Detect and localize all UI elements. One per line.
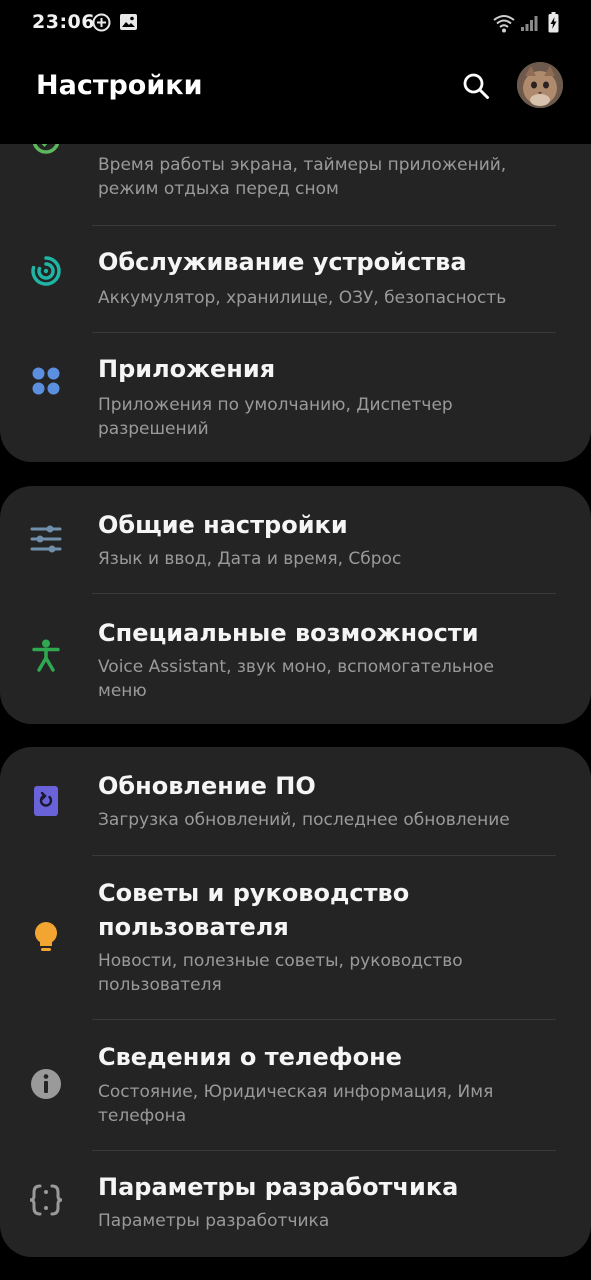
apps-icon — [32, 367, 60, 395]
profile-avatar[interactable] — [517, 62, 563, 108]
wifi-icon — [493, 15, 515, 33]
settings-item-subtitle: Время работы экрана, таймеры приложений,… — [98, 155, 507, 199]
settings-item-subtitle: Приложения по умолчанию, Диспетчер разре… — [98, 395, 453, 439]
app-header: Настройки — [0, 46, 591, 136]
settings-card-1: Время работы экрана, таймеры приложений,… — [0, 136, 591, 462]
status-bar: 23:06 — [0, 0, 591, 46]
add-notification-icon — [92, 13, 111, 32]
settings-item-subtitle: Состояние, Юридическая информация, Имя т… — [98, 1082, 494, 1126]
settings-item-title: Приложения — [98, 355, 276, 383]
settings-item-subtitle: Язык и ввод, Дата и время, Сброс — [98, 549, 402, 569]
settings-item-developer-options[interactable]: Параметры разработчика Параметры разрабо… — [0, 1151, 591, 1257]
status-time: 23:06 — [32, 11, 95, 33]
settings-item-subtitle: Параметры разработчика — [98, 1211, 330, 1231]
settings-item-title: Советы и руководство пользователя — [98, 879, 410, 941]
info-icon — [31, 1069, 61, 1099]
settings-item-title: Параметры разработчика — [98, 1173, 459, 1201]
tips-lightbulb-icon — [35, 922, 57, 951]
accessibility-icon — [32, 639, 60, 672]
settings-card-3: Обновление ПО Загрузка обновлений, после… — [0, 747, 591, 1257]
settings-item-subtitle: Аккумулятор, хранилище, ОЗУ, безопасност… — [98, 288, 507, 308]
developer-braces-icon — [29, 1184, 63, 1216]
settings-item-title: Обновление ПО — [98, 772, 316, 800]
page-title: Настройки — [36, 70, 203, 101]
settings-list[interactable]: Время работы экрана, таймеры приложений,… — [0, 136, 591, 1280]
cat-avatar-icon — [517, 62, 563, 108]
settings-item-subtitle: Новости, полезные советы, руководство по… — [98, 951, 463, 995]
settings-item-device-care[interactable]: Обслуживание устройства Аккумулятор, хра… — [0, 226, 591, 332]
battery-charging-icon — [548, 12, 559, 33]
scroll-edge — [0, 136, 591, 144]
signal-icon — [521, 16, 538, 31]
search-icon[interactable] — [462, 72, 490, 100]
settings-item-apps[interactable]: Приложения Приложения по умолчанию, Дисп… — [0, 333, 591, 462]
settings-item-title: Общие настройки — [98, 511, 348, 539]
settings-item-tips[interactable]: Советы и руководство пользователя Новост… — [0, 856, 591, 1019]
settings-item-accessibility[interactable]: Специальные возможности Voice Assistant,… — [0, 594, 591, 724]
software-update-icon — [34, 786, 58, 816]
settings-item-general-management[interactable]: Общие настройки Язык и ввод, Дата и врем… — [0, 486, 591, 592]
settings-item-title: Сведения о телефоне — [98, 1043, 402, 1071]
settings-item-subtitle: Загрузка обновлений, последнее обновлени… — [98, 810, 510, 830]
settings-item-digital-wellbeing[interactable]: Время работы экрана, таймеры приложений,… — [0, 136, 591, 220]
general-management-icon — [30, 525, 62, 553]
gallery-image-icon — [120, 14, 137, 30]
settings-item-title: Специальные возможности — [98, 619, 479, 647]
settings-item-software-update[interactable]: Обновление ПО Загрузка обновлений, после… — [0, 747, 591, 854]
settings-card-2: Общие настройки Язык и ввод, Дата и врем… — [0, 486, 591, 724]
settings-item-subtitle: Voice Assistant, звук моно, вспомогатель… — [98, 657, 494, 701]
settings-item-about-phone[interactable]: Сведения о телефоне Состояние, Юридическ… — [0, 1020, 591, 1150]
settings-item-title: Обслуживание устройства — [98, 248, 467, 276]
device-care-icon — [31, 256, 61, 286]
